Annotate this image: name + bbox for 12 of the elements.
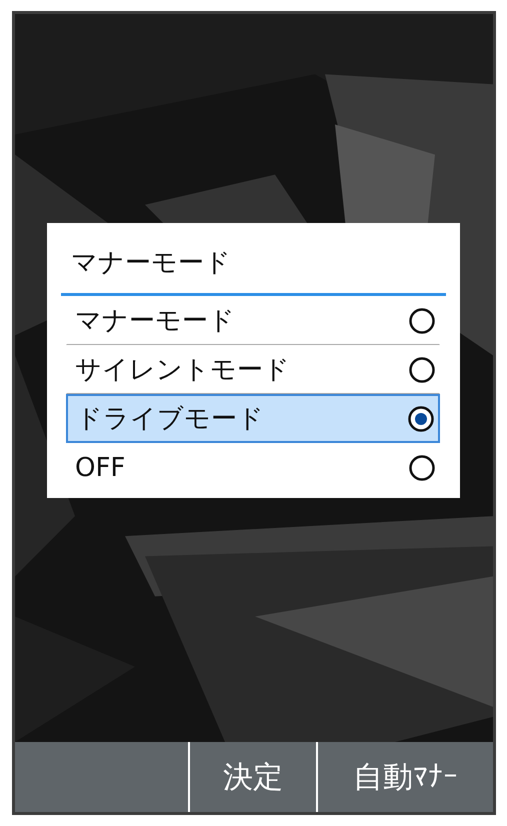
dialog-title: マナーモード bbox=[70, 247, 232, 280]
option-item[interactable]: OFF bbox=[66, 443, 440, 492]
radio-button[interactable] bbox=[408, 406, 434, 432]
option-item[interactable]: マナーモード bbox=[66, 296, 440, 345]
radio-button[interactable] bbox=[409, 454, 435, 480]
radio-button[interactable] bbox=[409, 308, 435, 334]
option-label: マナーモード bbox=[75, 305, 235, 338]
option-item[interactable]: ドライブモード bbox=[66, 394, 440, 443]
option-label: OFF bbox=[75, 452, 126, 482]
option-label: ドライブモード bbox=[76, 403, 264, 436]
option-label: サイレントモード bbox=[75, 354, 290, 387]
radio-button[interactable] bbox=[409, 356, 435, 382]
